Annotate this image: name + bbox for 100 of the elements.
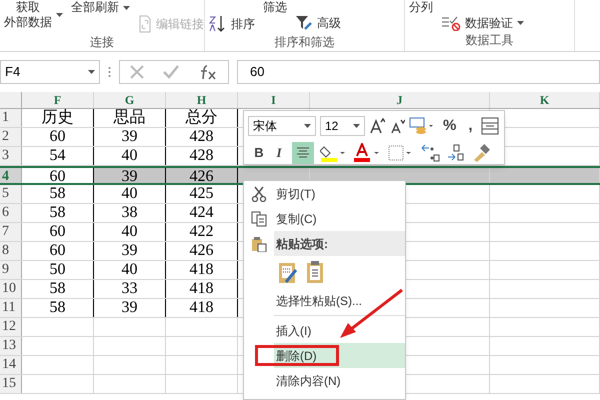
row-header[interactable]: 11 bbox=[0, 299, 22, 317]
ribbon-button[interactable]: 获取 外部数据 bbox=[4, 0, 63, 30]
paste-values-icon[interactable] bbox=[306, 260, 324, 284]
caret-icon bbox=[56, 13, 63, 17]
decrease-decimal-icon[interactable] bbox=[446, 144, 466, 162]
ribbon-button[interactable]: 全部刷新 bbox=[71, 0, 130, 15]
name-box[interactable]: F4 bbox=[0, 60, 100, 84]
table-cell: 39 bbox=[94, 128, 166, 146]
font-size-dropdown[interactable]: 12 bbox=[320, 116, 365, 136]
ribbon-group-label: 连接 bbox=[89, 34, 115, 51]
column-header[interactable]: J bbox=[310, 92, 490, 108]
table-cell: 428 bbox=[166, 147, 238, 165]
chain-link-icon bbox=[138, 15, 152, 33]
table-cell: 58 bbox=[22, 204, 94, 222]
ribbon-button[interactable]: 筛选 bbox=[263, 0, 287, 15]
table-cell: 418 bbox=[166, 261, 238, 279]
row-header[interactable]: 12 bbox=[0, 318, 22, 336]
table-cell: 40 bbox=[94, 223, 166, 241]
column-header[interactable]: I bbox=[238, 92, 310, 108]
column-header[interactable]: H bbox=[166, 92, 238, 108]
ribbon-group-label: 数据工具 bbox=[464, 32, 514, 49]
format-icon[interactable] bbox=[409, 117, 435, 136]
table-cell: 58 bbox=[22, 299, 94, 317]
table-cell: 39 bbox=[94, 168, 166, 183]
row-header[interactable]: 13 bbox=[0, 337, 22, 355]
ribbon-button[interactable]: 数据验证 bbox=[441, 15, 524, 31]
table-cell: 总分 bbox=[166, 109, 238, 127]
row-header[interactable]: 6 bbox=[0, 204, 22, 222]
ribbon-button[interactable]: 分列 bbox=[409, 0, 433, 15]
drag-handle-icon bbox=[108, 66, 111, 78]
caret-icon bbox=[517, 21, 524, 25]
menu-item[interactable]: 剪切(T) bbox=[274, 181, 405, 206]
menu-item[interactable]: 清除内容(N) bbox=[274, 368, 405, 393]
shrink-font-icon[interactable] bbox=[389, 118, 405, 134]
copy-icon bbox=[251, 210, 267, 226]
table-cell: 历史 bbox=[22, 109, 94, 127]
caret-icon bbox=[353, 124, 360, 128]
ribbon-group-label: 排序和筛选 bbox=[274, 34, 336, 51]
table-cell: 50 bbox=[22, 261, 94, 279]
filter-icon bbox=[295, 15, 313, 31]
row-header[interactable]: 15 bbox=[0, 375, 22, 393]
comma-button[interactable]: , bbox=[464, 115, 477, 138]
row-header[interactable]: 2 bbox=[0, 128, 22, 146]
column-header[interactable]: G bbox=[94, 92, 166, 108]
row-header[interactable]: 9 bbox=[0, 261, 22, 279]
table-cell: 54 bbox=[22, 147, 94, 165]
formula-input[interactable]: 60 bbox=[237, 60, 600, 84]
row-header[interactable]: 5 bbox=[0, 185, 22, 203]
caret-icon bbox=[304, 124, 311, 128]
column-header[interactable]: K bbox=[490, 92, 600, 108]
menu-item[interactable]: 选择性粘贴(S)... bbox=[274, 288, 405, 313]
ribbon-button[interactable]: 高级 bbox=[295, 15, 341, 31]
row-header[interactable]: 7 bbox=[0, 223, 22, 241]
table-cell: 426 bbox=[166, 242, 238, 260]
table-cell: 426 bbox=[166, 168, 238, 183]
sort-icon bbox=[209, 15, 227, 33]
increase-decimal-icon[interactable] bbox=[420, 144, 440, 162]
table-cell: 58 bbox=[22, 280, 94, 298]
row-header[interactable]: 8 bbox=[0, 242, 22, 260]
caret-icon bbox=[123, 6, 130, 10]
bold-button[interactable]: B bbox=[252, 142, 266, 162]
table-cell: 424 bbox=[166, 204, 238, 222]
table-cell: 60 bbox=[22, 223, 94, 241]
table-cell: 418 bbox=[166, 280, 238, 298]
italic-button[interactable]: I bbox=[272, 142, 286, 162]
data-validation-icon bbox=[441, 15, 461, 31]
function-icon[interactable] bbox=[198, 64, 218, 80]
menu-section-header: 粘贴选项: bbox=[274, 231, 405, 256]
check-icon[interactable] bbox=[162, 65, 179, 79]
grow-font-icon[interactable] bbox=[369, 118, 385, 134]
row-header[interactable]: 14 bbox=[0, 356, 22, 374]
table-cell: 428 bbox=[166, 128, 238, 146]
row-header[interactable]: 3 bbox=[0, 147, 22, 165]
paste-formatting-icon[interactable] bbox=[278, 260, 298, 284]
table-cell: 40 bbox=[94, 185, 166, 203]
table-icon[interactable] bbox=[480, 117, 499, 136]
font-dropdown[interactable]: 宋体 bbox=[248, 116, 316, 136]
table-cell: 422 bbox=[166, 223, 238, 241]
table-cell: 60 bbox=[22, 128, 94, 146]
align-center-icon bbox=[296, 146, 310, 158]
table-cell: 40 bbox=[94, 147, 166, 165]
format-painter-icon[interactable] bbox=[472, 144, 490, 162]
row-header[interactable]: 1 bbox=[0, 109, 22, 127]
scissors-icon bbox=[251, 186, 267, 202]
table-cell: 38 bbox=[94, 204, 166, 222]
table-cell: 40 bbox=[94, 261, 166, 279]
table-cell: 60 bbox=[22, 242, 94, 260]
row-header[interactable]: 10 bbox=[0, 280, 22, 298]
column-header[interactable]: F bbox=[22, 92, 94, 108]
table-cell: 39 bbox=[94, 242, 166, 260]
percent-button[interactable]: % bbox=[439, 115, 460, 138]
row-header[interactable]: 4 bbox=[0, 168, 22, 183]
ribbon-button[interactable]: 排序 bbox=[209, 15, 255, 33]
menu-item[interactable]: 插入(I) bbox=[274, 318, 405, 343]
table-cell: 425 bbox=[166, 185, 238, 203]
table-cell: 58 bbox=[22, 185, 94, 203]
table-cell: 39 bbox=[94, 299, 166, 317]
table-cell: 418 bbox=[166, 299, 238, 317]
center-align-button[interactable] bbox=[292, 142, 314, 164]
menu-item[interactable]: 复制(C) bbox=[274, 206, 405, 231]
